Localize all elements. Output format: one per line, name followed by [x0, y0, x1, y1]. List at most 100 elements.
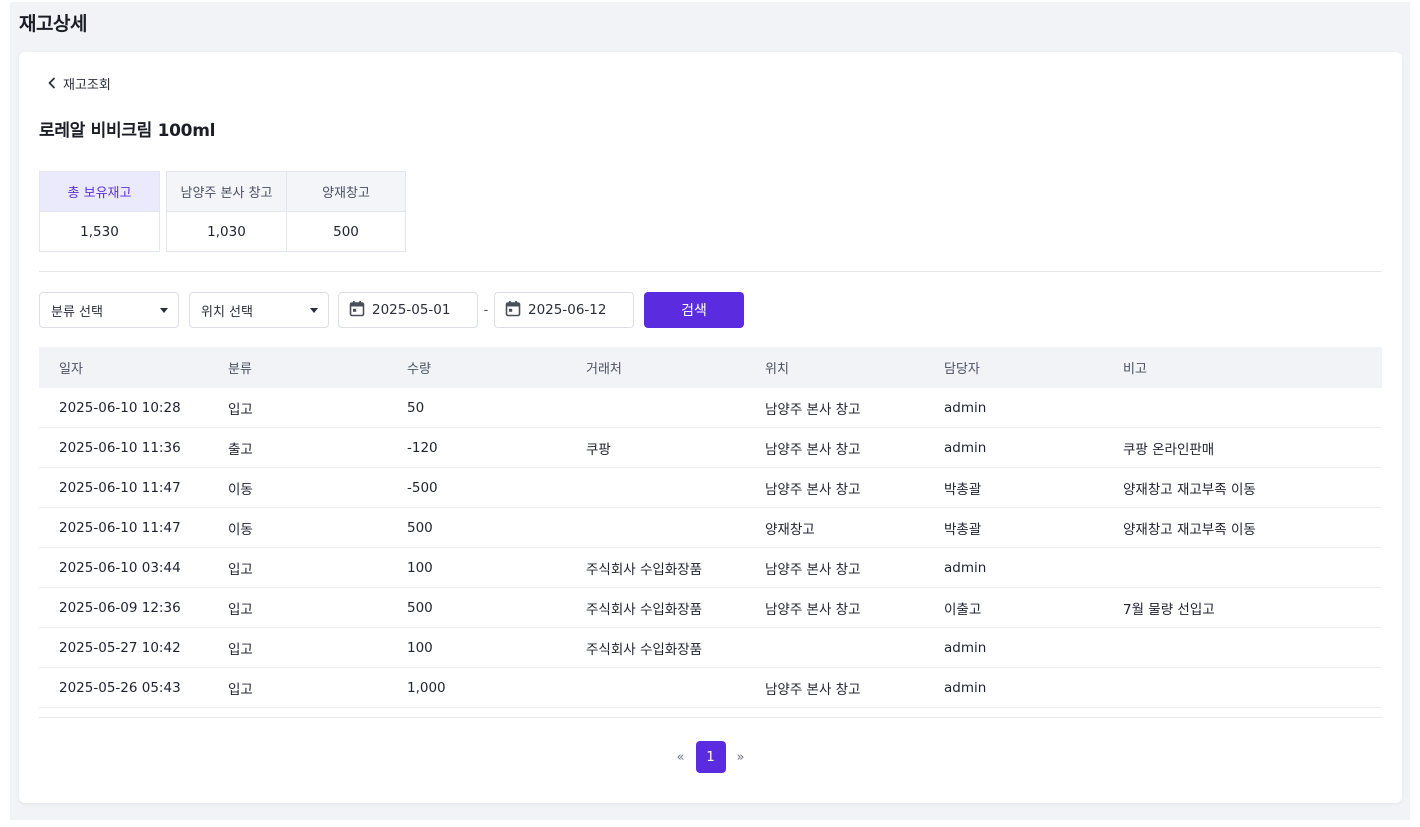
- manager-cell: 박총괄: [944, 521, 982, 538]
- manager-cell: admin: [944, 559, 987, 576]
- table-header: 일자 분류 수량 거래처 위치 담당자 비고: [39, 347, 1382, 388]
- column-header[interactable]: 일자: [39, 358, 208, 377]
- partner-cell: 주식회사 수입화장품: [586, 641, 703, 658]
- pagination: « 1 »: [19, 741, 1402, 773]
- total-stock-label: 총 보유재고: [40, 172, 159, 212]
- column-header[interactable]: 담당자: [924, 358, 1103, 377]
- quantity-cell: -500: [407, 479, 438, 496]
- category-cell: 입고: [228, 561, 253, 578]
- filter-bar: 분류 선택 위치 선택 2025-05-01 - 2025-06-12 검색: [39, 292, 744, 328]
- next-page-button[interactable]: »: [734, 750, 748, 765]
- product-title: 로레알 비비크림 100ml: [39, 121, 216, 141]
- date-cell: 2025-06-10 11:47: [59, 519, 181, 536]
- current-page-button[interactable]: 1: [695, 741, 726, 773]
- manager-cell: 이출고: [944, 601, 982, 618]
- prev-page-button[interactable]: «: [674, 750, 688, 765]
- category-select[interactable]: 분류 선택: [39, 292, 179, 328]
- stock-summary: 총 보유재고 1,530 남양주 본사 창고 1,030 양재창고 500: [39, 171, 406, 252]
- date-cell: 2025-05-27 10:42: [59, 639, 181, 656]
- column-header[interactable]: 분류: [208, 358, 387, 377]
- quantity-cell: 100: [407, 559, 433, 576]
- start-date-input[interactable]: 2025-05-01: [338, 292, 478, 328]
- chevron-left-icon: [47, 77, 57, 89]
- location-select[interactable]: 위치 선택: [189, 292, 329, 328]
- page-title: 재고상세: [19, 13, 87, 35]
- total-stock: 총 보유재고 1,530: [40, 172, 159, 251]
- table-footer-space: [39, 708, 1382, 717]
- calendar-icon: [505, 300, 521, 321]
- location-stock-box: 남양주 본사 창고 1,030 양재창고 500: [166, 171, 406, 252]
- quantity-cell: 1,000: [407, 679, 446, 696]
- table-body: 2025-06-10 10:28 입고 50 남양주 본사 창고 admin 2025-0…: [39, 388, 1382, 708]
- end-date-value: 2025-06-12: [528, 302, 607, 318]
- back-link[interactable]: 재고조회: [47, 74, 111, 93]
- manager-cell: admin: [944, 399, 987, 416]
- partner-cell: 주식회사 수입화장품: [586, 561, 703, 578]
- location-cell: 남양주 본사 창고: [765, 561, 861, 578]
- location-stock-label: 양재창고: [287, 172, 405, 212]
- table-row[interactable]: 2025-06-10 11:47 이동 500 양재창고 박총괄 양재창고 재고부족 이동: [39, 508, 1382, 548]
- detail-card: 재고조회 로레알 비비크림 100ml 총 보유재고 1,530 남양주 본사 …: [19, 52, 1402, 803]
- history-table: 일자 분류 수량 거래처 위치 담당자 비고 2025-06-10 10:28 입…: [39, 347, 1382, 718]
- date-cell: 2025-05-26 05:43: [59, 679, 181, 696]
- location-cell: 남양주 본사 창고: [765, 601, 861, 618]
- partner-cell: 쿠팡: [586, 441, 611, 458]
- location-stock: 양재창고 500: [286, 172, 405, 251]
- location-stock-value: 500: [333, 223, 359, 240]
- note-cell: 7월 물량 선입고: [1123, 601, 1215, 618]
- quantity-cell: 500: [407, 519, 433, 536]
- calendar-icon: [349, 300, 365, 321]
- end-date-input[interactable]: 2025-06-12: [494, 292, 634, 328]
- date-cell: 2025-06-10 10:28: [59, 399, 181, 416]
- location-cell: 남양주 본사 창고: [765, 401, 861, 418]
- location-stock-value: 1,030: [207, 223, 246, 240]
- column-header[interactable]: 위치: [745, 358, 924, 377]
- manager-cell: admin: [944, 679, 987, 696]
- date-cell: 2025-06-10 11:47: [59, 479, 181, 496]
- note-cell: 양재창고 재고부족 이동: [1123, 521, 1256, 538]
- note-cell: 양재창고 재고부족 이동: [1123, 481, 1256, 498]
- date-range-separator: -: [483, 302, 489, 318]
- location-cell: 남양주 본사 창고: [765, 481, 861, 498]
- partner-cell: 주식회사 수입화장품: [586, 601, 703, 618]
- manager-cell: admin: [944, 439, 987, 456]
- quantity-cell: 500: [407, 599, 433, 616]
- back-link-label: 재고조회: [63, 77, 111, 93]
- table-row[interactable]: 2025-05-27 10:42 입고 100 주식회사 수입화장품 admin: [39, 628, 1382, 668]
- divider: [39, 271, 1382, 272]
- table-row[interactable]: 2025-06-09 12:36 입고 500 주식회사 수입화장품 남양주 본사 창고…: [39, 588, 1382, 628]
- location-cell: 남양주 본사 창고: [765, 441, 861, 458]
- location-select-value: 위치 선택: [201, 304, 253, 320]
- category-cell: 입고: [228, 641, 253, 658]
- table-row[interactable]: 2025-06-10 11:36 출고 -120 쿠팡 남양주 본사 창고 admin 쿠팡…: [39, 428, 1382, 468]
- category-cell: 입고: [228, 401, 253, 418]
- caret-down-icon: [160, 307, 168, 313]
- manager-cell: admin: [944, 639, 987, 656]
- category-cell: 입고: [228, 681, 253, 698]
- column-header[interactable]: 거래처: [566, 358, 745, 377]
- note-cell: 쿠팡 온라인판매: [1123, 441, 1215, 458]
- column-header[interactable]: 비고: [1103, 358, 1382, 377]
- total-stock-box: 총 보유재고 1,530: [39, 171, 160, 252]
- total-stock-value: 1,530: [80, 223, 119, 240]
- table-row[interactable]: 2025-06-10 10:28 입고 50 남양주 본사 창고 admin: [39, 388, 1382, 428]
- start-date-value: 2025-05-01: [372, 302, 451, 318]
- date-cell: 2025-06-10 11:36: [59, 439, 181, 456]
- table-row[interactable]: 2025-06-10 03:44 입고 100 주식회사 수입화장품 남양주 본사 창고…: [39, 548, 1382, 588]
- location-stock-label: 남양주 본사 창고: [167, 172, 286, 212]
- search-button[interactable]: 검색: [644, 292, 744, 328]
- column-header[interactable]: 수량: [387, 358, 566, 377]
- table-row[interactable]: 2025-06-10 11:47 이동 -500 남양주 본사 창고 박총괄 양재창고 재…: [39, 468, 1382, 508]
- table-row[interactable]: 2025-05-26 05:43 입고 1,000 남양주 본사 창고 admin: [39, 668, 1382, 708]
- location-cell: 양재창고: [765, 521, 815, 538]
- category-select-value: 분류 선택: [51, 304, 103, 320]
- date-cell: 2025-06-09 12:36: [59, 599, 181, 616]
- manager-cell: 박총괄: [944, 481, 982, 498]
- date-cell: 2025-06-10 03:44: [59, 559, 181, 576]
- quantity-cell: 100: [407, 639, 433, 656]
- category-cell: 출고: [228, 441, 253, 458]
- location-stock: 남양주 본사 창고 1,030: [167, 172, 286, 251]
- quantity-cell: 50: [407, 399, 425, 416]
- category-cell: 이동: [228, 481, 253, 498]
- caret-down-icon: [310, 307, 318, 313]
